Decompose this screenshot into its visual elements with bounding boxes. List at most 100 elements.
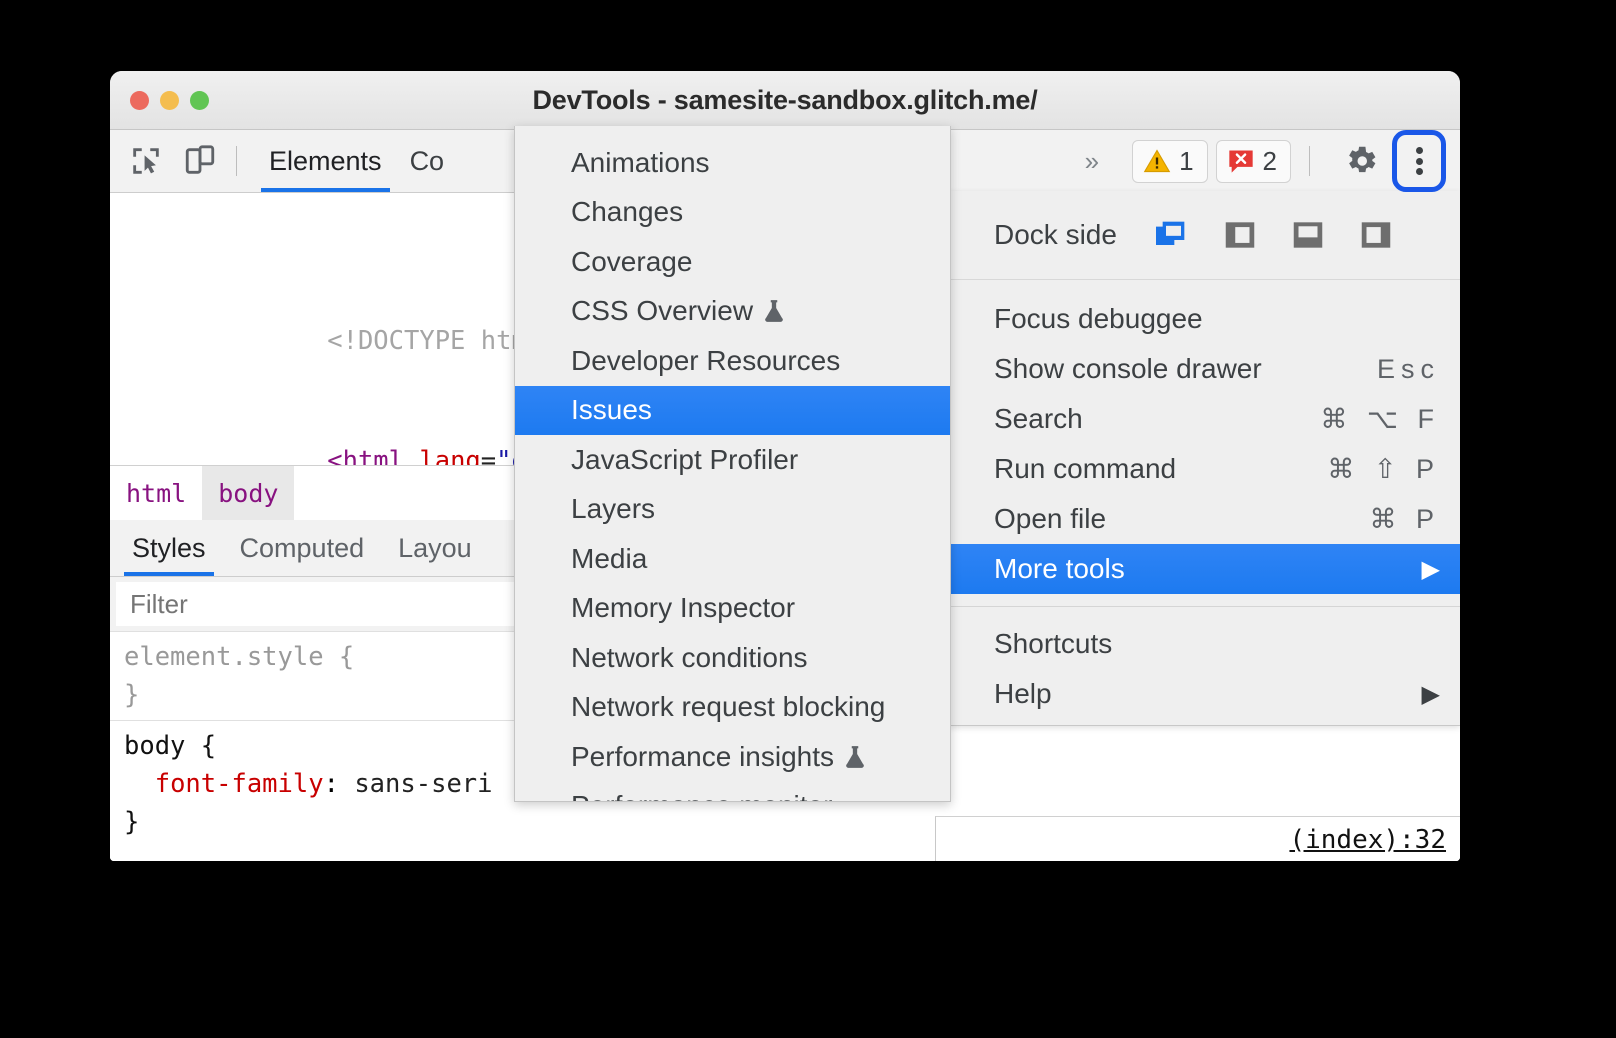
submenu-item-issues-label: Issues <box>571 394 652 426</box>
console-source-link[interactable]: (index):32 <box>1289 825 1446 855</box>
submenu-item-media[interactable]: Media <box>515 534 950 584</box>
undock-into-separate-window-icon[interactable] <box>1151 215 1191 255</box>
submenu-item-layers-label: Layers <box>571 493 655 525</box>
dock-to-left-icon[interactable] <box>1221 216 1259 254</box>
menu-item-search-label: Search <box>994 403 1083 435</box>
submenu-item-javascript-profiler-label: JavaScript Profiler <box>571 444 798 476</box>
menu-item-help[interactable]: Help ▶ <box>950 669 1460 719</box>
css-value-font-family[interactable]: sans-seri <box>354 769 492 799</box>
dock-side-options <box>1151 215 1395 255</box>
help-submenu-arrow-icon: ▶ <box>1422 680 1440 709</box>
submenu-item-performance-insights[interactable]: Performance insights <box>515 732 950 782</box>
css-close-brace-0: } <box>124 680 139 710</box>
menu-item-open-file-shortcut: ⌘ P <box>1369 504 1440 535</box>
submenu-item-memory-inspector-label: Memory Inspector <box>571 592 795 624</box>
breadcrumb-item-html[interactable]: html <box>110 466 202 520</box>
toolbar-divider <box>236 146 237 176</box>
error-counter[interactable]: 2 <box>1216 140 1291 183</box>
tab-styles[interactable]: Styles <box>120 520 218 576</box>
console-message-strip: (index):32 <box>935 816 1460 861</box>
gear-icon[interactable] <box>1338 138 1384 184</box>
three-dot-menu-icon[interactable] <box>1396 134 1442 188</box>
dock-to-bottom-icon[interactable] <box>1289 216 1327 254</box>
inspect-cursor-icon[interactable] <box>128 143 164 179</box>
menu-item-run-command[interactable]: Run command ⌘ ⇧ P <box>950 444 1460 494</box>
submenu-item-network-conditions-label: Network conditions <box>571 642 808 674</box>
menu-item-focus-debuggee-label: Focus debuggee <box>994 303 1203 335</box>
submenu-item-memory-inspector[interactable]: Memory Inspector <box>515 584 950 634</box>
tab-computed[interactable]: Computed <box>228 520 377 576</box>
screenshot-root: DevTools - samesite-sandbox.glitch.me/ E… <box>0 0 1616 1038</box>
main-menu-items: Focus debuggee Show console drawer Esc S… <box>950 280 1460 725</box>
tab-console[interactable]: Co <box>396 130 459 192</box>
overflow-chevron-icon[interactable]: » <box>1085 146 1096 177</box>
submenu-item-network-request-blocking-label: Network request blocking <box>571 691 885 723</box>
warning-counter[interactable]: 1 <box>1132 140 1207 183</box>
device-toolbar-icon[interactable] <box>182 143 218 179</box>
dock-side-label: Dock side <box>994 219 1117 251</box>
submenu-item-developer-resources-label: Developer Resources <box>571 345 840 377</box>
submenu-item-javascript-profiler[interactable]: JavaScript Profiler <box>515 435 950 485</box>
submenu-arrow-icon: ▶ <box>1422 555 1440 584</box>
devtools-window: DevTools - samesite-sandbox.glitch.me/ E… <box>110 71 1460 861</box>
submenu-item-network-request-blocking[interactable]: Network request blocking <box>515 683 950 733</box>
menu-item-run-command-label: Run command <box>994 453 1176 485</box>
submenu-item-media-label: Media <box>571 543 647 575</box>
submenu-item-layers[interactable]: Layers <box>515 485 950 535</box>
experimental-flask-icon <box>761 298 787 324</box>
toolbar-right-group: » 1 <box>1085 130 1460 192</box>
css-close-brace-1: } <box>124 807 139 837</box>
tab-elements[interactable]: Elements <box>255 130 396 192</box>
css-colon: : <box>324 769 355 799</box>
menu-item-show-console-drawer-label: Show console drawer <box>994 353 1262 385</box>
submenu-item-changes-label: Changes <box>571 196 683 228</box>
menu-item-focus-debuggee[interactable]: Focus debuggee <box>950 294 1460 344</box>
menu-item-help-label: Help <box>994 678 1052 710</box>
submenu-item-css-overview-label: CSS Overview <box>571 295 753 327</box>
devtools-main-menu: Dock side <box>949 191 1460 726</box>
menu-separator <box>950 606 1460 607</box>
more-tools-submenu: Animations Changes Coverage CSS Overview… <box>514 126 951 802</box>
menu-item-more-tools-label: More tools <box>994 553 1125 585</box>
menu-item-show-console-drawer-shortcut: Esc <box>1377 354 1440 385</box>
window-titlebar: DevTools - samesite-sandbox.glitch.me/ <box>110 71 1460 130</box>
menu-item-more-tools[interactable]: More tools ▶ <box>950 544 1460 594</box>
window-title: DevTools - samesite-sandbox.glitch.me/ <box>110 85 1460 116</box>
submenu-item-performance-insights-label: Performance insights <box>571 741 834 773</box>
menu-dot-1 <box>1416 147 1423 154</box>
experimental-flask-icon-2 <box>842 744 868 770</box>
dock-to-right-icon[interactable] <box>1357 216 1395 254</box>
menu-dot-2 <box>1416 158 1423 165</box>
menu-item-open-file-label: Open file <box>994 503 1106 535</box>
menu-item-run-command-shortcut: ⌘ ⇧ P <box>1327 454 1440 485</box>
submenu-item-performance-monitor-label: Performance monitor <box>571 790 832 802</box>
warning-count: 1 <box>1179 146 1193 177</box>
menu-item-open-file[interactable]: Open file ⌘ P <box>950 494 1460 544</box>
warning-triangle-icon <box>1143 147 1171 175</box>
css-selector-element-style: element.style { <box>124 642 354 672</box>
menu-item-search[interactable]: Search ⌘ ⌥ F <box>950 394 1460 444</box>
submenu-item-coverage-label: Coverage <box>571 246 692 278</box>
menu-item-search-shortcut: ⌘ ⌥ F <box>1320 404 1440 435</box>
menu-item-shortcuts-label: Shortcuts <box>994 628 1112 660</box>
error-count: 2 <box>1263 146 1277 177</box>
submenu-item-animations[interactable]: Animations <box>515 138 950 188</box>
submenu-item-coverage[interactable]: Coverage <box>515 237 950 287</box>
menu-item-show-console-drawer[interactable]: Show console drawer Esc <box>950 344 1460 394</box>
css-property-font-family[interactable]: font-family <box>155 769 324 799</box>
submenu-item-animations-label: Animations <box>571 147 710 179</box>
css-selector-body: body { <box>124 731 216 761</box>
submenu-item-changes[interactable]: Changes <box>515 188 950 238</box>
breadcrumb-item-body[interactable]: body <box>202 466 294 520</box>
submenu-item-developer-resources[interactable]: Developer Resources <box>515 336 950 386</box>
submenu-item-css-overview[interactable]: CSS Overview <box>515 287 950 337</box>
menu-dot-3 <box>1416 168 1423 175</box>
submenu-item-network-conditions[interactable]: Network conditions <box>515 633 950 683</box>
dock-side-row: Dock side <box>950 191 1460 280</box>
submenu-item-performance-monitor[interactable]: Performance monitor <box>515 782 950 803</box>
submenu-item-issues[interactable]: Issues <box>515 386 950 436</box>
error-icon <box>1227 147 1255 175</box>
tab-layout[interactable]: Layou <box>386 520 484 576</box>
menu-item-shortcuts[interactable]: Shortcuts <box>950 619 1460 669</box>
toolbar-divider-2 <box>1309 146 1310 176</box>
